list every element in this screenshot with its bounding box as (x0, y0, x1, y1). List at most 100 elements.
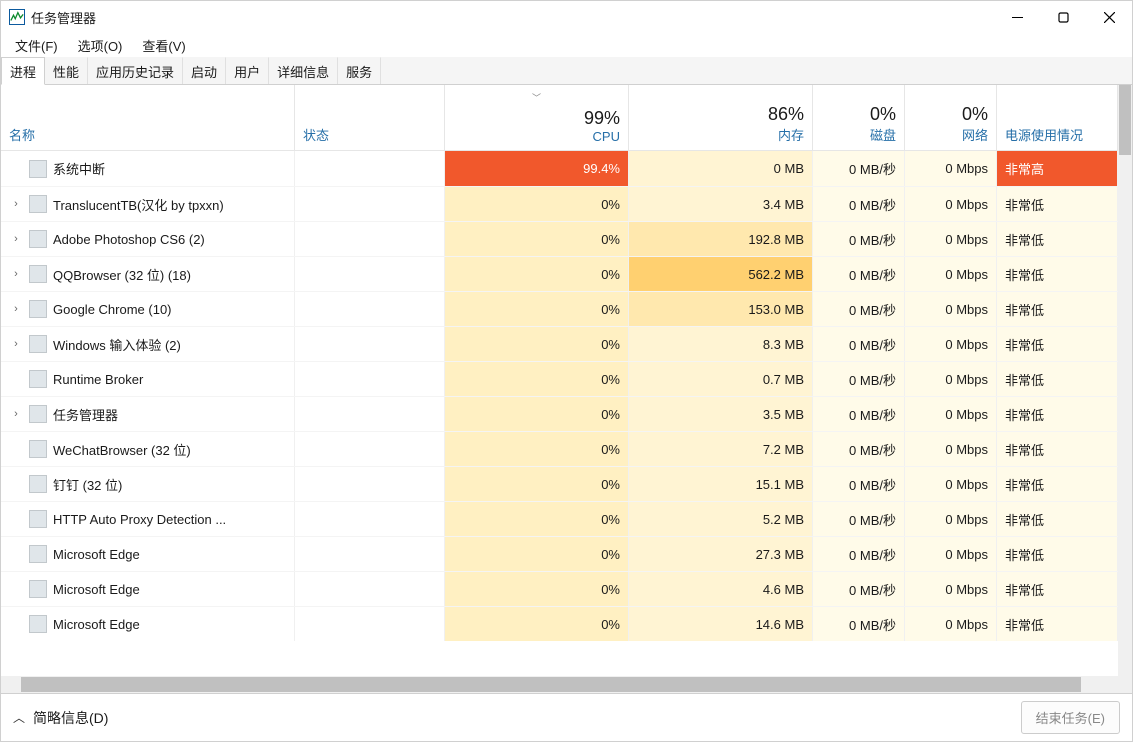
table-row[interactable]: ›任务管理器0%3.5 MB0 MB/秒0 Mbps非常低 (1, 396, 1118, 431)
process-icon (29, 300, 47, 318)
cell-power: 非常低 (997, 467, 1118, 501)
expand-chevron-icon[interactable]: › (9, 233, 23, 245)
table-row[interactable]: ›Google Chrome (10)0%153.0 MB0 MB/秒0 Mbp… (1, 291, 1118, 326)
cell-name: Microsoft Edge (1, 607, 295, 641)
process-name: TranslucentTB(汉化 by tpxxn) (53, 195, 224, 214)
process-name: Microsoft Edge (53, 582, 140, 597)
sort-indicator-icon: ﹀ (532, 91, 541, 104)
cell-memory: 5.2 MB (629, 502, 813, 536)
cell-status (295, 257, 445, 291)
table-body: 系统中断99.4%0 MB0 MB/秒0 Mbps非常高 › Translucent… (1, 151, 1132, 676)
tab-performance[interactable]: 性能 (45, 57, 88, 84)
window-title: 任务管理器 (31, 8, 96, 27)
cell-power: 非常低 (997, 362, 1118, 396)
process-icon (29, 265, 47, 283)
cell-memory: 3.5 MB (629, 397, 813, 431)
cell-power: 非常低 (997, 257, 1118, 291)
cell-name: ›任务管理器 (1, 397, 295, 431)
tab-users[interactable]: 用户 (226, 57, 269, 84)
process-name: HTTP Auto Proxy Detection ... (53, 512, 226, 527)
cell-name: Runtime Broker (1, 362, 295, 396)
cell-disk: 0 MB/秒 (813, 257, 905, 291)
cell-status (295, 362, 445, 396)
cell-power: 非常低 (997, 292, 1118, 326)
cell-memory: 15.1 MB (629, 467, 813, 501)
table-row[interactable]: HTTP Auto Proxy Detection ...0%5.2 MB0 M… (1, 501, 1118, 536)
table-row[interactable]: Microsoft Edge0%27.3 MB0 MB/秒0 Mbps非常低 (1, 536, 1118, 571)
tab-app-history[interactable]: 应用历史记录 (88, 57, 183, 84)
minimize-button[interactable] (994, 1, 1040, 33)
expand-chevron-icon[interactable]: › (9, 303, 23, 315)
end-task-button[interactable]: 结束任务(E) (1021, 701, 1120, 734)
column-header-status[interactable]: 状态 (295, 85, 445, 150)
table-row[interactable]: ›Windows 输入体验 (2)0%8.3 MB0 MB/秒0 Mbps非常低 (1, 326, 1118, 361)
menu-options[interactable]: 选项(O) (70, 34, 131, 57)
expand-chevron-icon[interactable]: › (9, 408, 23, 420)
cell-network: 0 Mbps (905, 572, 997, 606)
column-header-memory[interactable]: 86% 内存 (629, 85, 813, 150)
cell-status (295, 572, 445, 606)
process-name: WeChatBrowser (32 位) (53, 440, 191, 459)
cell-name: HTTP Auto Proxy Detection ... (1, 502, 295, 536)
process-name: Windows 输入体验 (2) (53, 335, 181, 354)
cell-disk: 0 MB/秒 (813, 327, 905, 361)
cell-status (295, 607, 445, 641)
cell-power: 非常高 (997, 151, 1118, 186)
table-row[interactable]: ›QQBrowser (32 位) (18)0%562.2 MB0 MB/秒0 … (1, 256, 1118, 291)
cell-disk: 0 MB/秒 (813, 537, 905, 571)
fewer-details-button[interactable]: ︿ 简略信息(D) (13, 708, 108, 728)
table-row[interactable]: WeChatBrowser (32 位)0%7.2 MB0 MB/秒0 Mbps… (1, 431, 1118, 466)
cell-cpu: 0% (445, 537, 629, 571)
column-header-disk[interactable]: 0% 磁盘 (813, 85, 905, 150)
cell-power: 非常低 (997, 397, 1118, 431)
column-header-network[interactable]: 0% 网络 (905, 85, 997, 150)
process-name: QQBrowser (32 位) (18) (53, 265, 191, 284)
tab-services[interactable]: 服务 (338, 57, 381, 84)
cell-network: 0 Mbps (905, 222, 997, 256)
table-row[interactable]: ›Adobe Photoshop CS6 (2)0%192.8 MB0 MB/秒… (1, 221, 1118, 256)
table-row[interactable]: ›TranslucentTB(汉化 by tpxxn)0%3.4 MB0 MB/… (1, 186, 1118, 221)
column-header-power[interactable]: . 电源使用情况 (997, 85, 1118, 150)
cell-cpu: 0% (445, 292, 629, 326)
cell-disk: 0 MB/秒 (813, 151, 905, 186)
table-row[interactable]: 钉钉 (32 位)0%15.1 MB0 MB/秒0 Mbps非常低 (1, 466, 1118, 501)
expand-chevron-icon[interactable]: › (9, 268, 23, 280)
cell-cpu: 0% (445, 397, 629, 431)
column-network-label: 网络 (962, 125, 988, 144)
table-row[interactable]: Runtime Broker0%0.7 MB0 MB/秒0 Mbps非常低 (1, 361, 1118, 396)
vertical-scrollbar[interactable] (1118, 85, 1132, 693)
cell-disk: 0 MB/秒 (813, 222, 905, 256)
column-header-name[interactable]: 名称 (1, 85, 295, 150)
cell-name: › QQBrowser (32 位) (18) (1, 257, 295, 291)
menu-view[interactable]: 查看(V) (134, 34, 193, 57)
column-header-cpu[interactable]: ﹀ 99% CPU (445, 85, 629, 150)
tab-details[interactable]: 详细信息 (269, 57, 338, 84)
menubar: 文件(F) 选项(O) 查看(V) (1, 33, 1132, 57)
column-cpu-label: CPU (593, 129, 620, 144)
table-row[interactable]: Microsoft Edge0%14.6 MB0 MB/秒0 Mbps非常低 (1, 606, 1118, 641)
maximize-button[interactable] (1040, 1, 1086, 33)
cell-power: 非常低 (997, 327, 1118, 361)
titlebar[interactable]: 任务管理器 (1, 1, 1132, 33)
tab-startup[interactable]: 启动 (183, 57, 226, 84)
expand-chevron-icon[interactable]: › (9, 338, 23, 350)
menu-file[interactable]: 文件(F) (7, 34, 66, 57)
cell-network: 0 Mbps (905, 362, 997, 396)
table-row[interactable]: 系统中断99.4%0 MB0 MB/秒0 Mbps非常高 (1, 151, 1118, 186)
table-row[interactable]: Microsoft Edge0%4.6 MB0 MB/秒0 Mbps非常低 (1, 571, 1118, 606)
horizontal-scroll-thumb[interactable] (21, 677, 1081, 692)
tabbar: 进程 性能 应用历史记录 启动 用户 详细信息 服务 (1, 57, 1132, 85)
horizontal-scrollbar[interactable] (1, 676, 1132, 693)
process-name: Runtime Broker (53, 372, 143, 387)
cell-network: 0 Mbps (905, 257, 997, 291)
close-button[interactable] (1086, 1, 1132, 33)
tab-processes[interactable]: 进程 (1, 57, 45, 85)
cell-memory: 0.7 MB (629, 362, 813, 396)
expand-chevron-icon[interactable]: › (9, 198, 23, 210)
vertical-scroll-thumb[interactable] (1119, 85, 1131, 155)
process-icon (29, 615, 47, 633)
cell-name: › TranslucentTB(汉化 by tpxxn) (1, 187, 295, 221)
power-aggregate-spacer: . (1005, 104, 1010, 125)
cell-power: 非常低 (997, 222, 1118, 256)
cell-disk: 0 MB/秒 (813, 362, 905, 396)
